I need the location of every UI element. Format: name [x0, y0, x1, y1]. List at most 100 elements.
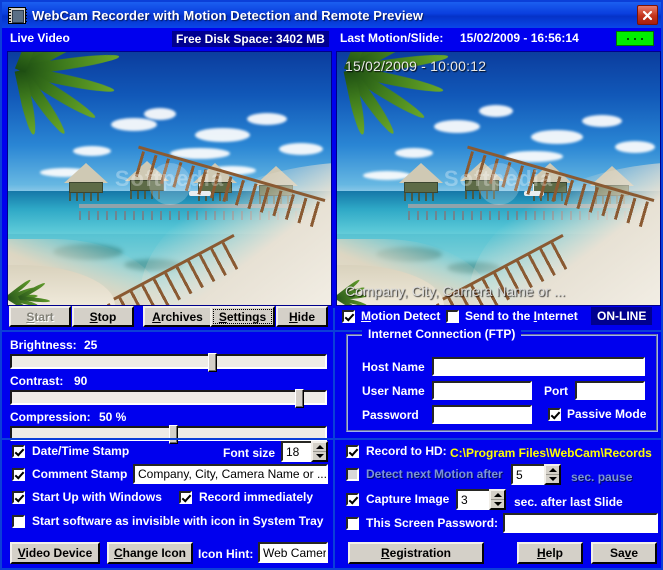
- capture-image-value[interactable]: 3: [456, 489, 489, 510]
- comment-overlay: Company, City, Camera Name or ...: [345, 283, 566, 299]
- caret-down-icon: [493, 502, 502, 506]
- record-hd-checkbox-row[interactable]: Record to HD:: [346, 444, 447, 458]
- invisible-tray-label: Start software as invisible with icon in…: [32, 514, 324, 528]
- capture-image-spin-buttons[interactable]: [489, 489, 506, 510]
- font-size-stepper[interactable]: 18: [281, 441, 328, 462]
- icon-hint-input[interactable]: Web Camera: [258, 542, 328, 563]
- capture-image-checkbox-row[interactable]: Capture Image: [346, 492, 449, 506]
- comment-stamp-label: Comment Stamp: [32, 467, 128, 481]
- startup-windows-checkbox-row[interactable]: Start Up with Windows: [12, 490, 162, 504]
- record-immediately-label: Record immediately: [199, 490, 314, 504]
- screen-password-label: This Screen Password:: [366, 516, 499, 530]
- icon-hint-label: Icon Hint:: [198, 547, 254, 561]
- passive-mode-checkbox-row[interactable]: Passive Mode: [548, 407, 646, 421]
- brightness-slider[interactable]: [10, 353, 327, 372]
- close-button[interactable]: [637, 5, 658, 25]
- archives-button-label: Archives: [152, 309, 203, 324]
- last-motion-preview[interactable]: Softpedia 15/02/2009 - 10:00:12 Company,…: [336, 51, 661, 306]
- font-size-spin-buttons[interactable]: [311, 441, 328, 462]
- record-immediately-checkbox-row[interactable]: Record immediately: [179, 490, 313, 504]
- password-input[interactable]: [432, 405, 532, 424]
- archives-button[interactable]: Archives: [143, 306, 212, 327]
- ftp-group-box: Internet Connection (FTP) Host Name User…: [346, 327, 658, 432]
- password-label: Password: [362, 408, 419, 422]
- stop-button-label: Stop: [89, 309, 117, 324]
- detect-next-motion-checkbox[interactable]: [346, 467, 359, 481]
- detect-next-down-button[interactable]: [546, 475, 559, 483]
- startup-windows-checkbox[interactable]: [12, 490, 25, 504]
- palm-tree: [8, 52, 131, 194]
- settings-button[interactable]: Settings: [210, 306, 275, 327]
- caret-up-icon: [548, 468, 557, 472]
- send-internet-checkbox-row[interactable]: Send to the Internet: [446, 309, 578, 323]
- help-button[interactable]: Help: [517, 542, 583, 564]
- motion-detect-checkbox[interactable]: [342, 309, 355, 323]
- title-bar: WebCam Recorder with Motion Detection an…: [2, 2, 661, 28]
- datetime-stamp-checkbox[interactable]: [12, 444, 25, 458]
- contrast-slider-thumb[interactable]: [295, 389, 304, 408]
- start-button[interactable]: Start: [9, 306, 71, 327]
- detect-next-motion-label: Detect next Motion after: [366, 467, 503, 481]
- capture-image-stepper[interactable]: 3: [456, 489, 506, 510]
- live-video-preview[interactable]: Softpedia: [7, 51, 332, 306]
- change-icon-button-label: Change Icon: [113, 546, 186, 560]
- detect-next-spin-buttons[interactable]: [544, 464, 561, 485]
- detect-next-checkbox-row[interactable]: Detect next Motion after: [346, 467, 503, 481]
- last-motion-value: 15/02/2009 - 16:56:14: [460, 31, 579, 45]
- send-internet-checkbox[interactable]: [446, 309, 459, 323]
- screen-password-input[interactable]: [503, 513, 658, 533]
- registration-button[interactable]: Registration: [348, 542, 484, 564]
- screen-password-checkbox-row[interactable]: This Screen Password:: [346, 516, 498, 530]
- invisible-tray-checkbox-row[interactable]: Start software as invisible with icon in…: [12, 514, 323, 528]
- capture-image-checkbox[interactable]: [346, 492, 359, 506]
- cloud: [247, 112, 288, 125]
- screen-password-checkbox[interactable]: [346, 516, 359, 530]
- caret-down-icon: [548, 477, 557, 481]
- cloud: [143, 107, 176, 120]
- datetime-stamp-checkbox-row[interactable]: Date/Time Stamp: [12, 444, 129, 458]
- video-scene: Softpedia 15/02/2009 - 10:00:12 Company,…: [337, 52, 660, 305]
- hide-button[interactable]: Hide: [276, 306, 328, 327]
- watermark-circle: [477, 162, 520, 205]
- comment-stamp-input[interactable]: Company, City, Camera Name or ...: [133, 464, 328, 484]
- port-label: Port: [544, 384, 568, 398]
- capture-image-down-button[interactable]: [491, 500, 504, 508]
- change-icon-button[interactable]: Change Icon: [107, 542, 193, 564]
- record-hd-checkbox[interactable]: [346, 444, 359, 458]
- recording-indicator-icon: [616, 31, 654, 46]
- port-input[interactable]: [575, 381, 645, 400]
- capture-image-label: Capture Image: [366, 492, 450, 506]
- brightness-value: 25: [84, 338, 98, 352]
- detect-next-up-button[interactable]: [546, 466, 559, 475]
- brightness-label: Brightness:: [10, 338, 77, 352]
- user-name-label: User Name: [362, 384, 425, 398]
- start-button-label: Start: [26, 309, 54, 324]
- record-immediately-checkbox[interactable]: [179, 490, 192, 504]
- hide-button-label: Hide: [288, 309, 315, 324]
- detect-next-stepper[interactable]: 5: [511, 464, 561, 485]
- comment-stamp-checkbox[interactable]: [12, 467, 25, 481]
- save-button[interactable]: Save: [591, 542, 657, 564]
- caret-up-icon: [493, 493, 502, 497]
- invisible-tray-checkbox[interactable]: [12, 514, 25, 528]
- send-internet-label: Send to the Internet: [465, 309, 578, 323]
- comment-stamp-checkbox-row[interactable]: Comment Stamp: [12, 467, 127, 481]
- contrast-value: 90: [74, 374, 88, 388]
- stop-button[interactable]: Stop: [72, 306, 134, 327]
- host-name-input[interactable]: [432, 357, 645, 376]
- compression-slider-thumb[interactable]: [169, 425, 178, 444]
- detect-next-value[interactable]: 5: [511, 464, 544, 485]
- video-device-button[interactable]: Video Device: [10, 542, 100, 564]
- font-size-up-button[interactable]: [313, 443, 326, 452]
- passive-mode-checkbox[interactable]: [548, 407, 561, 421]
- watermark-circle: [148, 162, 191, 205]
- record-hd-label: Record to HD:: [366, 444, 447, 458]
- brightness-slider-thumb[interactable]: [208, 353, 217, 372]
- font-size-value[interactable]: 18: [281, 441, 311, 462]
- user-name-input[interactable]: [432, 381, 532, 400]
- capture-image-up-button[interactable]: [491, 491, 504, 500]
- contrast-slider[interactable]: [10, 389, 327, 408]
- font-size-down-button[interactable]: [313, 452, 326, 460]
- motion-detect-label: Motion Detect: [361, 309, 441, 323]
- motion-detect-checkbox-row[interactable]: Motion Detect: [342, 309, 440, 323]
